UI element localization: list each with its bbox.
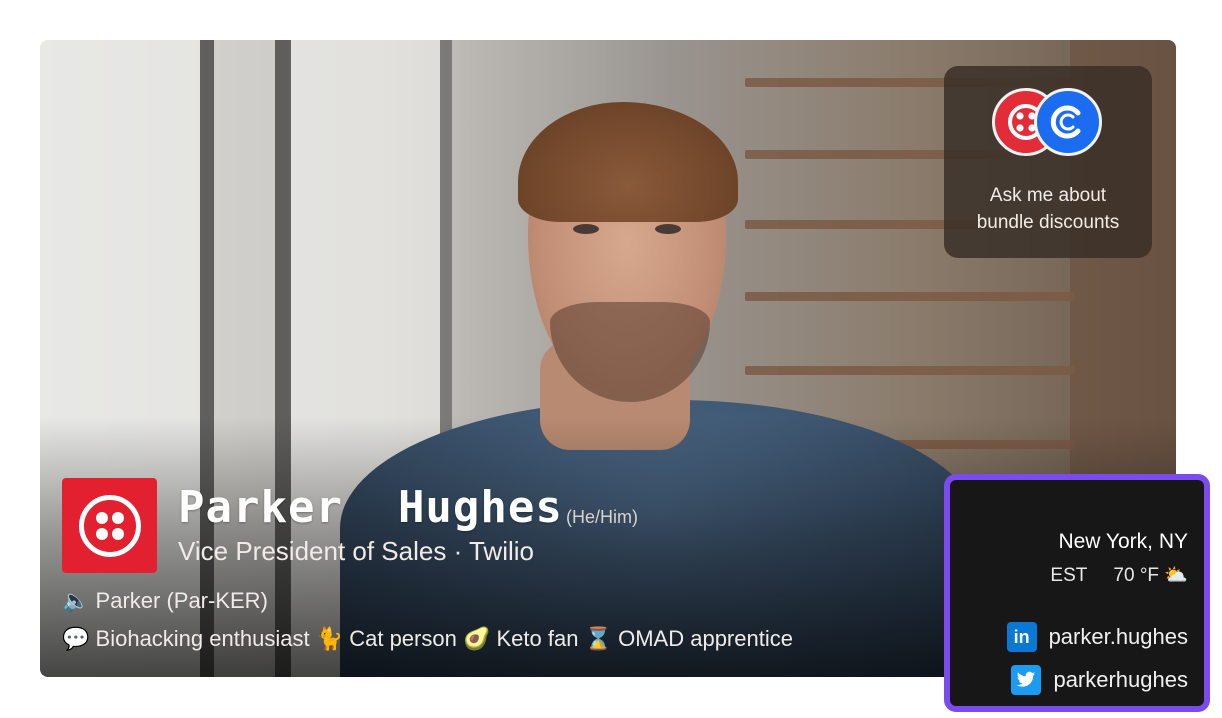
fun-fact: Keto fan [496,626,579,651]
promo-line-1: Ask me about [989,185,1107,206]
linkedin-link[interactable]: in parker.hughes [1006,622,1188,652]
hourglass-icon: ⌛ [584,627,612,652]
timezone: EST [1050,565,1088,586]
speech-bubble-icon: 💬 [62,627,90,652]
partly-sunny-icon: ⛅ [1164,564,1188,586]
temperature: 70 °F [1113,565,1160,586]
pronunciation: 🔈 Parker (Par-KER) [62,588,268,614]
cat-icon: 🐈 [315,627,344,652]
last-name: Hughes [397,482,563,533]
promo-line-2: bundle discounts [976,212,1120,233]
avocado-icon: 🥑 [462,627,491,652]
shelf [745,366,1075,375]
fun-fact: OMAD apprentice [618,626,793,651]
twitter-handle: parkerhughes [1053,667,1188,692]
pronunciation-text: Parker (Par-KER) [95,588,268,613]
pronouns: (He/Him) [566,507,638,527]
time-weather: EST 70 °F ⛅ [1050,563,1188,587]
fun-fact: Cat person [349,626,457,651]
calendly-logo-icon [1034,88,1102,156]
shelf [745,292,1075,301]
twitter-link[interactable]: parkerhughes [1011,665,1188,695]
fun-fact: Biohacking enthusiast [95,626,310,651]
first-name: Parker [178,482,343,533]
twilio-badge-icon [62,478,157,573]
info-card: New York, NY EST 70 °F ⛅ in parker.hughe… [944,474,1210,712]
location: New York, NY [1058,530,1188,553]
person-eye [655,224,681,234]
linkedin-icon: in [1006,622,1037,652]
person-hair [518,102,738,222]
speaker-icon: 🔈 [62,589,90,614]
speaker-name: Parker Hughes [178,482,563,533]
twitter-icon [1011,665,1042,695]
promo-text: Ask me about bundle discounts [944,182,1152,236]
linkedin-handle: parker.hughes [1048,624,1188,649]
job-title: Vice President of Sales · Twilio [178,536,534,566]
fun-facts: 💬 Biohacking enthusiast 🐈 Cat person 🥑 K… [62,626,793,652]
person-eye [573,224,599,234]
promo-card: Ask me about bundle discounts [944,66,1152,258]
